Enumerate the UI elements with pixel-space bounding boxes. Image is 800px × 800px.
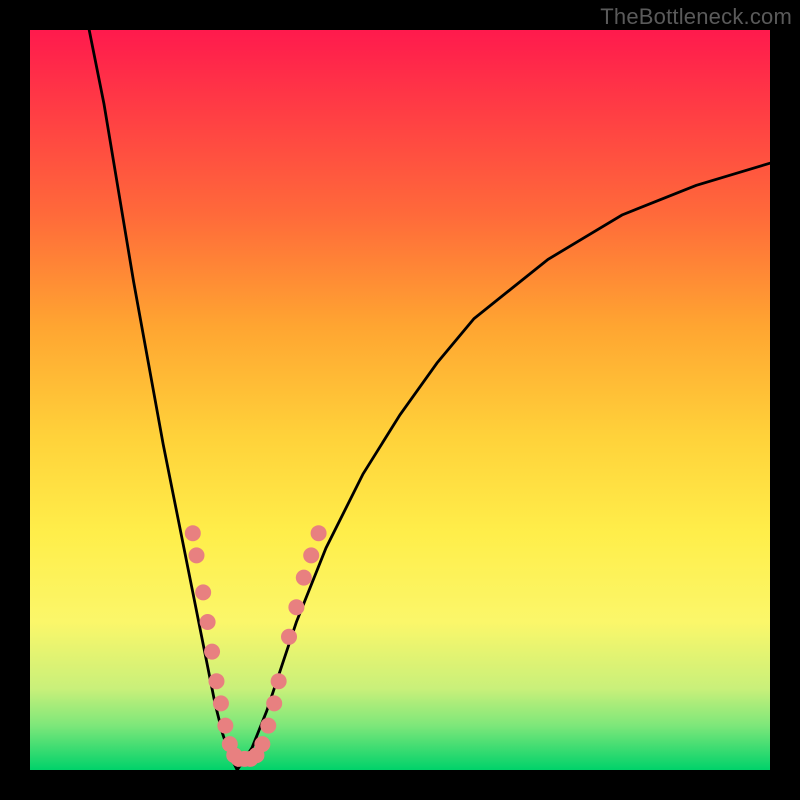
curve-bottleneck-curve-right [237,163,770,770]
data-point [204,644,220,660]
data-point [271,673,287,689]
data-point [281,629,297,645]
curve-layer [89,30,770,770]
data-point [311,525,327,541]
data-point [266,695,282,711]
data-point [296,570,312,586]
chart-frame: TheBottleneck.com [0,0,800,800]
data-point [189,547,205,563]
chart-svg [30,30,770,770]
watermark-text: TheBottleneck.com [600,4,792,30]
data-point [208,673,224,689]
data-point [254,736,270,752]
points-layer [185,525,327,767]
data-point [260,718,276,734]
chart-plot-area [30,30,770,770]
data-point [185,525,201,541]
data-point [200,614,216,630]
data-point [217,718,233,734]
data-point [195,584,211,600]
data-point [288,599,304,615]
data-point [303,547,319,563]
data-point [213,695,229,711]
